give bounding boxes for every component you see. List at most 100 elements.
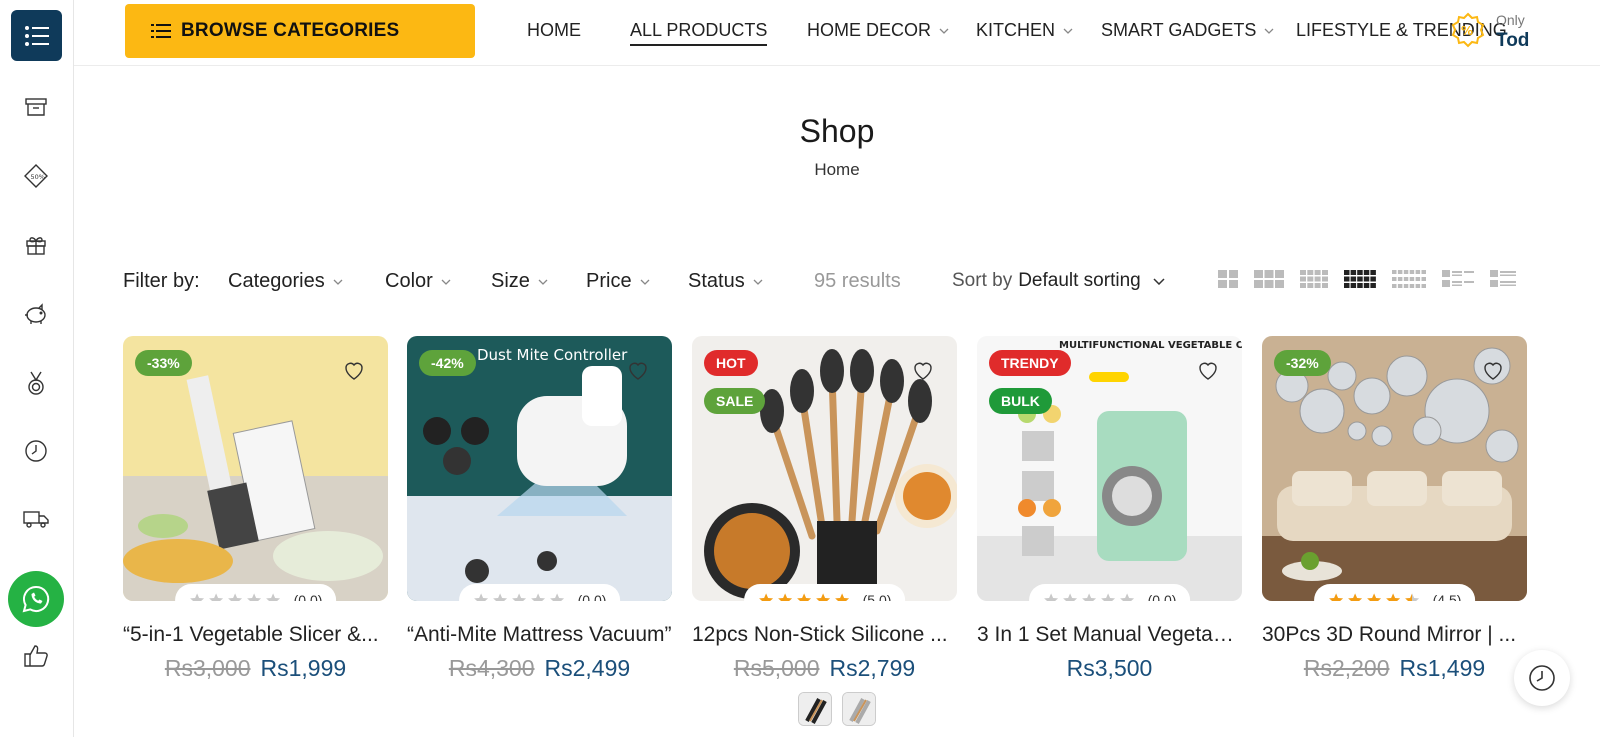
product-card[interactable]: -32% (4.5) 30Pcs 3D Round Mirror | ... R… [1262, 336, 1527, 682]
product-card[interactable]: HOT SALE (5.0) 12pcs Non-Stick Silicone … [692, 336, 957, 682]
gift-icon[interactable] [22, 231, 50, 259]
star-icon [1385, 593, 1400, 601]
nav-smart-gadgets[interactable]: SMART GADGETS [1101, 20, 1274, 41]
product-title[interactable]: “Anti-Mite Mattress Vacuum” [407, 623, 672, 647]
star-icon [1347, 593, 1362, 601]
clock-icon [1529, 665, 1555, 691]
page-title: Shop [799, 113, 875, 149]
list-menu-icon [24, 25, 49, 46]
star-icon [511, 593, 526, 601]
sort-label: Sort by [952, 270, 1013, 291]
price: Rs2,200 Rs1,499 [1262, 655, 1527, 682]
whatsapp-button[interactable] [8, 571, 64, 627]
nav-home-decor[interactable]: HOME DECOR [807, 20, 949, 41]
sort-dropdown[interactable]: Sort by Default sorting [952, 270, 1165, 292]
promo-big-text[interactable]: Tod [1496, 30, 1529, 52]
filter-color[interactable]: Color [385, 270, 451, 293]
nav-label: HOME DECOR [807, 20, 932, 40]
svg-text:50%: 50% [31, 173, 45, 181]
breadcrumb-home[interactable]: Home [74, 160, 1600, 180]
menu-button[interactable] [11, 10, 62, 61]
nav-home[interactable]: HOME [527, 20, 581, 41]
sale-badge: SALE [704, 388, 766, 414]
chevron-down-icon [1153, 277, 1165, 285]
current-price: Rs1,499 [1399, 655, 1486, 681]
filter-categories[interactable]: Categories [228, 270, 343, 293]
grid-4-icon[interactable] [1300, 270, 1328, 288]
star-icon [189, 593, 204, 601]
truck-icon[interactable] [22, 505, 50, 533]
list-icon[interactable] [1490, 270, 1516, 288]
product-title[interactable]: 30Pcs 3D Round Mirror | ... [1262, 623, 1527, 647]
discount-badge: -33% [135, 350, 192, 376]
heart-icon[interactable] [911, 358, 935, 382]
product-image-round-mirror[interactable]: -32% (4.5) [1262, 336, 1527, 601]
rating-text: (0.0) [577, 592, 607, 601]
svg-text:%: % [1461, 24, 1473, 38]
filter-text: Size [491, 270, 530, 292]
promo-small-text: Only [1496, 12, 1525, 28]
piggy-bank-icon[interactable] [22, 300, 50, 328]
rating-pill: (0.0) [174, 584, 337, 601]
swatch-black[interactable] [798, 692, 832, 726]
heart-icon[interactable] [1196, 358, 1220, 382]
left-rail: 50% [0, 0, 74, 737]
box-icon[interactable] [22, 93, 50, 121]
heart-icon[interactable] [342, 358, 366, 382]
filter-status[interactable]: Status [688, 270, 763, 293]
star-icon [1081, 593, 1096, 601]
filter-size[interactable]: Size [491, 270, 548, 293]
recently-viewed-button[interactable] [1514, 650, 1570, 706]
rating-text: (4.5) [1432, 592, 1462, 601]
grid-2-icon[interactable] [1218, 270, 1238, 288]
image-caption: MULTIFUNCTIONAL VEGETABLE CUTTER [1059, 340, 1242, 351]
filter-price[interactable]: Price [586, 270, 650, 293]
discount-badge: -42% [419, 350, 476, 376]
heart-icon[interactable] [626, 358, 650, 382]
filter-text: Color [385, 270, 433, 292]
old-price: Rs4,300 [448, 655, 535, 681]
trendy-badge: TRENDY [989, 350, 1071, 376]
discount-tag-icon[interactable]: 50% [22, 162, 50, 190]
product-title[interactable]: 3 In 1 Set Manual Vegetab... [977, 623, 1242, 647]
bulk-badge: BULK [989, 388, 1052, 414]
star-icon [492, 593, 507, 601]
rating-pill: (5.0) [743, 584, 906, 601]
product-card[interactable]: Dust Mite Controller -42% (0.0) “Anti-Mi… [407, 336, 672, 682]
star-icon [796, 593, 811, 601]
chevron-down-icon [333, 279, 343, 285]
product-card[interactable]: -33% (0.0) “5-in-1 Vegetable Slicer &...… [123, 336, 388, 682]
product-card[interactable]: MULTIFUNCTIONAL VEGETABLE CUTTER TRENDY … [977, 336, 1242, 682]
product-title[interactable]: “5-in-1 Vegetable Slicer &... [123, 623, 388, 647]
product-image-mite-vacuum[interactable]: Dust Mite Controller -42% (0.0) [407, 336, 672, 601]
swatch-grey[interactable] [842, 692, 876, 726]
nav-label: KITCHEN [976, 20, 1056, 40]
heart-icon[interactable] [1481, 358, 1505, 382]
nav-kitchen[interactable]: KITCHEN [976, 20, 1073, 41]
chevron-down-icon [753, 279, 763, 285]
star-icon [758, 593, 773, 601]
star-icon [549, 593, 564, 601]
product-image-vegetable-cutter[interactable]: MULTIFUNCTIONAL VEGETABLE CUTTER TRENDY … [977, 336, 1242, 601]
grid-6-icon[interactable] [1392, 270, 1426, 288]
chevron-down-icon [640, 279, 650, 285]
nav-all-products[interactable]: ALL PRODUCTS [630, 20, 768, 46]
image-caption: Dust Mite Controller [477, 346, 628, 364]
star-icon [1404, 593, 1419, 601]
view-switcher [1218, 270, 1532, 288]
chevron-down-icon [538, 279, 548, 285]
clock-icon[interactable] [22, 437, 50, 465]
filter-text: Status [688, 270, 745, 292]
thumbs-up-icon[interactable] [22, 642, 50, 670]
variant-swatches [798, 692, 886, 726]
medal-icon[interactable] [22, 369, 50, 397]
price: Rs4,300 Rs2,499 [407, 655, 672, 682]
grid-3-icon[interactable] [1254, 270, 1284, 288]
filter-text: Price [586, 270, 632, 292]
list-detail-icon[interactable] [1442, 270, 1474, 288]
product-title[interactable]: 12pcs Non-Stick Silicone ... [692, 623, 957, 647]
grid-5-icon-active[interactable] [1344, 270, 1376, 288]
browse-categories-button[interactable]: BROWSE CATEGORIES [125, 4, 475, 58]
product-image-slicer[interactable]: -33% (0.0) [123, 336, 388, 601]
product-image-silicone-utensils[interactable]: HOT SALE (5.0) [692, 336, 957, 601]
